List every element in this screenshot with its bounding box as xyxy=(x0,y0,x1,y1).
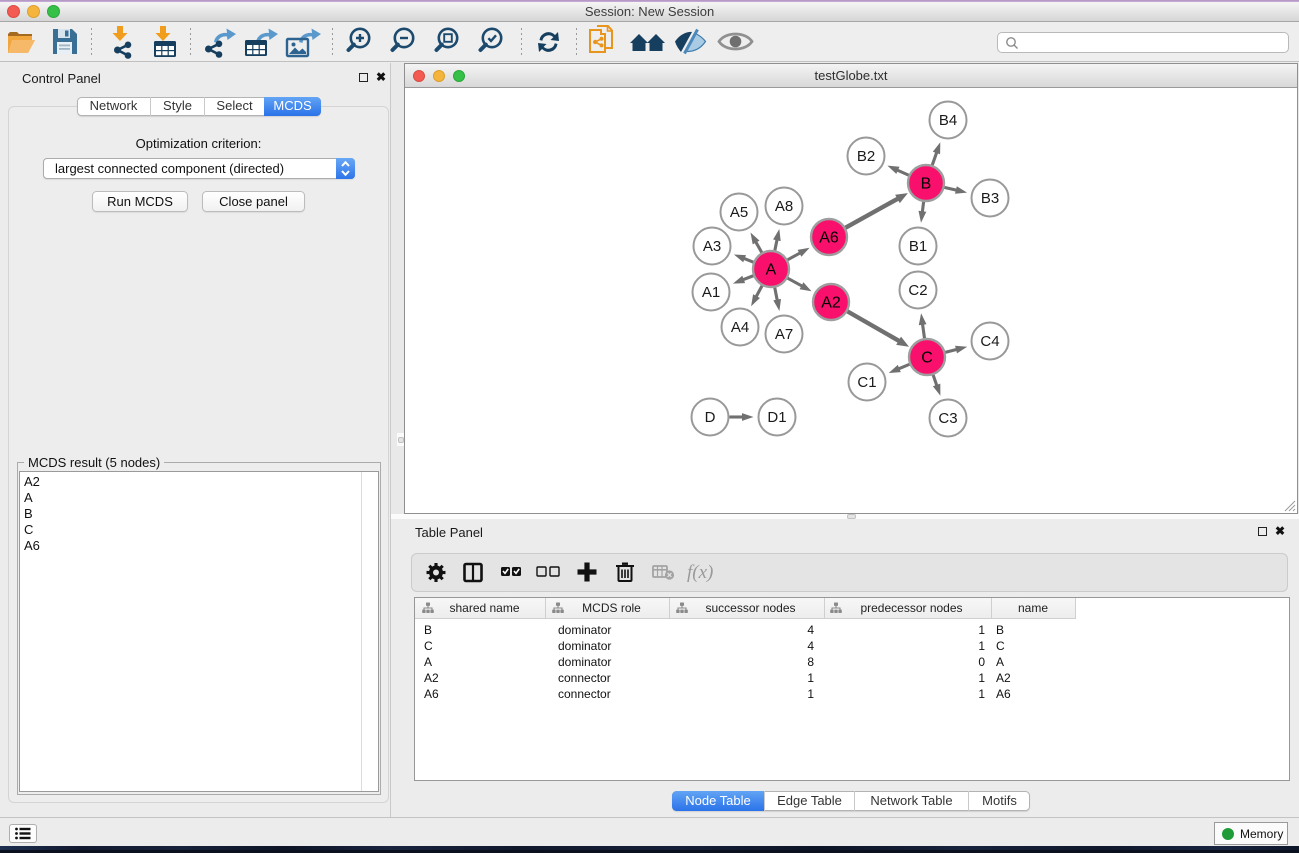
svg-text:D: D xyxy=(705,409,716,426)
svg-text:B1: B1 xyxy=(909,238,927,255)
svg-text:C: C xyxy=(921,350,933,367)
svg-text:A: A xyxy=(766,262,777,279)
svg-text:B: B xyxy=(921,176,932,193)
svg-text:A8: A8 xyxy=(775,198,793,215)
svg-text:B2: B2 xyxy=(857,148,875,165)
svg-text:f(x): f(x) xyxy=(687,562,713,583)
svg-text:A1: A1 xyxy=(702,284,720,301)
svg-text:A5: A5 xyxy=(730,204,748,221)
svg-text:A2: A2 xyxy=(821,295,841,312)
svg-text:D1: D1 xyxy=(767,409,786,426)
svg-text:C1: C1 xyxy=(857,374,876,391)
svg-text:A7: A7 xyxy=(775,326,793,343)
svg-text:A3: A3 xyxy=(703,238,721,255)
svg-text:B4: B4 xyxy=(939,112,957,129)
svg-text:C4: C4 xyxy=(980,333,999,350)
svg-text:C2: C2 xyxy=(908,282,927,299)
svg-text:A4: A4 xyxy=(731,319,749,336)
svg-text:B3: B3 xyxy=(981,190,999,207)
svg-text:A6: A6 xyxy=(819,230,839,247)
svg-text:C3: C3 xyxy=(938,410,957,427)
